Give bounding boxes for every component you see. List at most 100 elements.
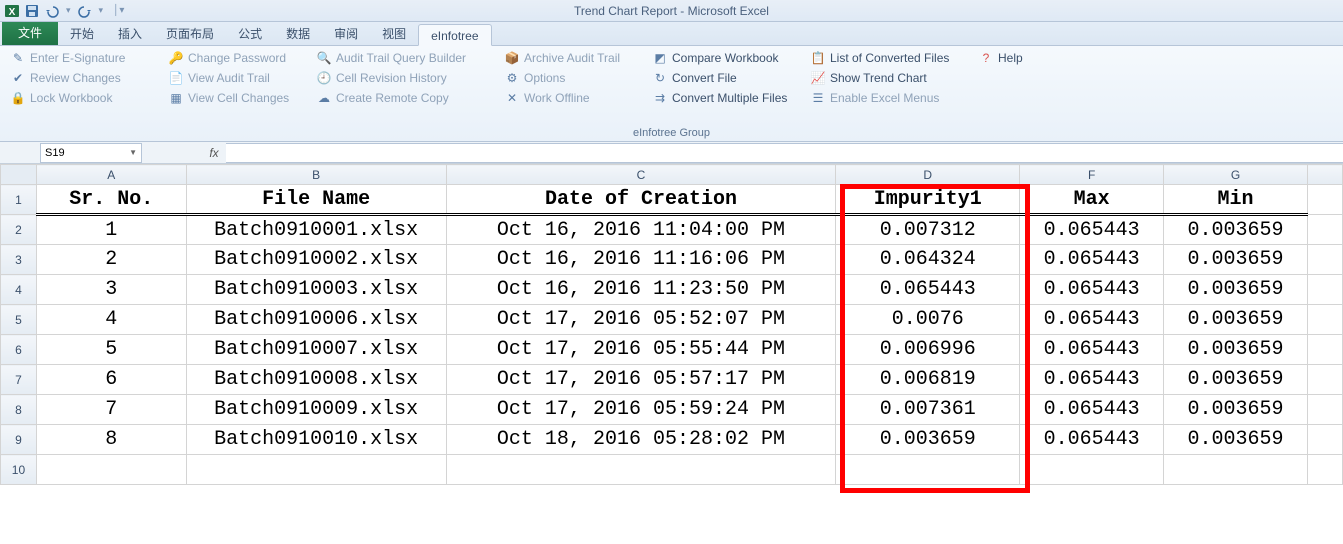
- cell[interactable]: 0.065443: [1020, 335, 1164, 365]
- cell[interactable]: Oct 16, 2016 11:04:00 PM: [446, 215, 836, 245]
- tab-insert[interactable]: 插入: [106, 23, 154, 45]
- undo-icon[interactable]: [44, 3, 60, 19]
- cell[interactable]: 0.003659: [1164, 365, 1308, 395]
- cell[interactable]: 0.003659: [1164, 305, 1308, 335]
- cell[interactable]: [1307, 395, 1342, 425]
- cell[interactable]: Batch0910010.xlsx: [186, 425, 446, 455]
- cell[interactable]: [36, 455, 186, 485]
- cell[interactable]: 0.007361: [836, 395, 1020, 425]
- cell[interactable]: 0.003659: [1164, 275, 1308, 305]
- cell[interactable]: 8: [36, 425, 186, 455]
- tab-home[interactable]: 开始: [58, 23, 106, 45]
- col-header-C[interactable]: C: [446, 165, 836, 185]
- cell[interactable]: 0.065443: [1020, 215, 1164, 245]
- cell[interactable]: [1020, 455, 1164, 485]
- cell[interactable]: Date of Creation: [446, 185, 836, 215]
- cell[interactable]: Batch0910002.xlsx: [186, 245, 446, 275]
- cmd-help[interactable]: ?Help: [978, 50, 1023, 66]
- name-box-dropdown-icon[interactable]: ▼: [129, 148, 137, 157]
- cell[interactable]: 0.064324: [836, 245, 1020, 275]
- cmd-view-cell-changes[interactable]: ▦View Cell Changes: [168, 90, 298, 106]
- cmd-enable-excel-menus[interactable]: ☰Enable Excel Menus: [810, 90, 960, 106]
- col-header-F[interactable]: F: [1020, 165, 1164, 185]
- cell[interactable]: [1307, 215, 1342, 245]
- cell[interactable]: Oct 17, 2016 05:59:24 PM: [446, 395, 836, 425]
- cell[interactable]: 0.065443: [1020, 395, 1164, 425]
- cell[interactable]: 0.003659: [836, 425, 1020, 455]
- cell[interactable]: 2: [36, 245, 186, 275]
- cell[interactable]: File Name: [186, 185, 446, 215]
- cell[interactable]: Max: [1020, 185, 1164, 215]
- cmd-create-remote-copy[interactable]: ☁Create Remote Copy: [316, 90, 486, 106]
- save-icon[interactable]: [24, 3, 40, 19]
- cell[interactable]: 0.003659: [1164, 395, 1308, 425]
- row-header[interactable]: 9: [1, 425, 37, 455]
- cell[interactable]: 0.006996: [836, 335, 1020, 365]
- tab-file[interactable]: 文件: [2, 21, 58, 45]
- cell[interactable]: [186, 455, 446, 485]
- cell[interactable]: 6: [36, 365, 186, 395]
- cmd-cell-revision-history[interactable]: 🕘Cell Revision History: [316, 70, 486, 86]
- cell[interactable]: 0.0076: [836, 305, 1020, 335]
- cell[interactable]: 0.065443: [1020, 365, 1164, 395]
- cell[interactable]: 0.003659: [1164, 215, 1308, 245]
- cell[interactable]: 0.006819: [836, 365, 1020, 395]
- name-box[interactable]: S19 ▼: [40, 143, 142, 163]
- cell[interactable]: 0.065443: [1020, 305, 1164, 335]
- cell[interactable]: 7: [36, 395, 186, 425]
- row-header[interactable]: 1: [1, 185, 37, 215]
- cell[interactable]: Impurity1: [836, 185, 1020, 215]
- cmd-convert-file[interactable]: ↻Convert File: [652, 70, 792, 86]
- cmd-archive-audit-trail[interactable]: 📦Archive Audit Trail: [504, 50, 634, 66]
- cell[interactable]: 0.065443: [836, 275, 1020, 305]
- cell[interactable]: Oct 17, 2016 05:57:17 PM: [446, 365, 836, 395]
- cmd-work-offline[interactable]: ✕Work Offline: [504, 90, 634, 106]
- cell[interactable]: [1307, 335, 1342, 365]
- cell[interactable]: Batch0910003.xlsx: [186, 275, 446, 305]
- cell[interactable]: [446, 455, 836, 485]
- cell[interactable]: 1: [36, 215, 186, 245]
- tab-view[interactable]: 视图: [370, 23, 418, 45]
- row-header[interactable]: 8: [1, 395, 37, 425]
- cell[interactable]: [1307, 275, 1342, 305]
- row-header[interactable]: 7: [1, 365, 37, 395]
- tab-pagelayout[interactable]: 页面布局: [154, 23, 226, 45]
- cell[interactable]: 5: [36, 335, 186, 365]
- qat-dropdown-icon[interactable]: ▾: [64, 5, 73, 16]
- cmd-compare-workbook[interactable]: ◩Compare Workbook: [652, 50, 792, 66]
- formula-input[interactable]: [226, 143, 1343, 163]
- cell[interactable]: 4: [36, 305, 186, 335]
- fx-label[interactable]: fx: [202, 146, 226, 160]
- row-header[interactable]: 2: [1, 215, 37, 245]
- col-header-G[interactable]: G: [1164, 165, 1308, 185]
- cell[interactable]: [1164, 455, 1308, 485]
- cell[interactable]: Batch0910001.xlsx: [186, 215, 446, 245]
- cell[interactable]: Oct 17, 2016 05:52:07 PM: [446, 305, 836, 335]
- cell[interactable]: [1307, 425, 1342, 455]
- col-header-next[interactable]: [1307, 165, 1342, 185]
- cell[interactable]: 0.065443: [1020, 425, 1164, 455]
- cell[interactable]: [1307, 365, 1342, 395]
- col-header-B[interactable]: B: [186, 165, 446, 185]
- cell[interactable]: Oct 16, 2016 11:23:50 PM: [446, 275, 836, 305]
- col-header-D[interactable]: D: [836, 165, 1020, 185]
- cmd-change-password[interactable]: 🔑Change Password: [168, 50, 298, 66]
- tab-formulas[interactable]: 公式: [226, 23, 274, 45]
- col-header-A[interactable]: A: [36, 165, 186, 185]
- qat-overflow[interactable]: │▾: [109, 5, 124, 16]
- cell[interactable]: Oct 17, 2016 05:55:44 PM: [446, 335, 836, 365]
- cmd-list-converted-files[interactable]: 📋List of Converted Files: [810, 50, 960, 66]
- select-all-corner[interactable]: [1, 165, 37, 185]
- cell[interactable]: Oct 18, 2016 05:28:02 PM: [446, 425, 836, 455]
- cmd-review-changes[interactable]: ✔Review Changes: [10, 70, 150, 86]
- row-header[interactable]: 6: [1, 335, 37, 365]
- cell[interactable]: 0.003659: [1164, 245, 1308, 275]
- cmd-view-audit-trail[interactable]: 📄View Audit Trail: [168, 70, 298, 86]
- cmd-enter-e-signature[interactable]: ✎Enter E-Signature: [10, 50, 150, 66]
- row-header[interactable]: 3: [1, 245, 37, 275]
- cell[interactable]: 0.007312: [836, 215, 1020, 245]
- cell[interactable]: Batch0910008.xlsx: [186, 365, 446, 395]
- row-header[interactable]: 4: [1, 275, 37, 305]
- spreadsheet-grid[interactable]: A B C D F G 1 Sr. No. File Name Date of …: [0, 164, 1343, 485]
- tab-data[interactable]: 数据: [274, 23, 322, 45]
